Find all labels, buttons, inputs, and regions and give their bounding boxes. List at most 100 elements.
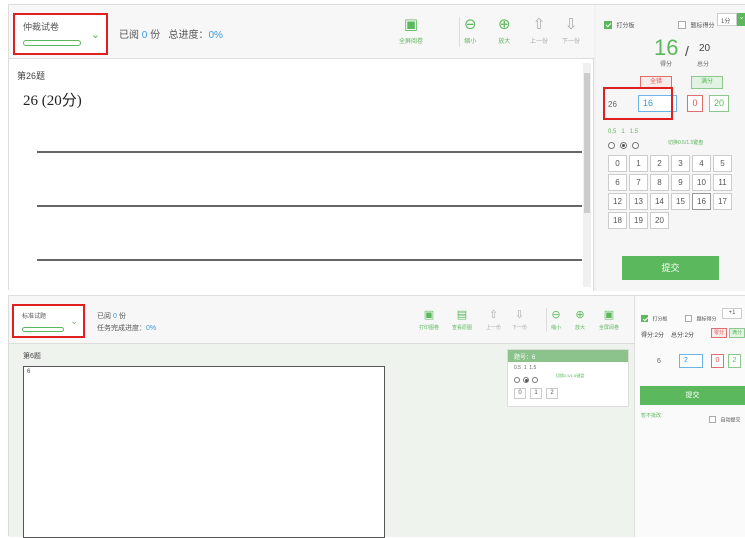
zoom-in-label: 放大	[498, 39, 511, 45]
answer-line	[37, 205, 582, 207]
submit-button[interactable]: 提交	[622, 256, 719, 280]
question-number-label: 6	[657, 358, 661, 365]
fullscreen-button[interactable]: ▣ 全屏阅卷	[399, 16, 423, 46]
answer-area: 第26题 26 (20分)	[9, 59, 594, 291]
max-score-button[interactable]: 2	[728, 354, 741, 368]
full-score-button[interactable]: 满分	[729, 328, 745, 338]
read-count: 0	[141, 30, 148, 41]
score-key[interactable]: 19	[629, 212, 648, 229]
step-select[interactable]: 1分	[717, 13, 737, 26]
score-key[interactable]: 9	[671, 174, 690, 191]
score-key[interactable]: 4	[692, 155, 711, 172]
vertical-scrollbar[interactable]	[583, 63, 591, 287]
progress-label: 总进度：	[168, 30, 209, 41]
radio-step-half[interactable]	[608, 142, 615, 150]
score-key[interactable]: 17	[713, 193, 732, 210]
switch-keyboard-link[interactable]: 切换0.5/1.5键盘	[556, 373, 584, 379]
score-key[interactable]: 10	[692, 174, 711, 191]
mark-score-toggle[interactable]: 题标得分	[685, 310, 716, 328]
popup-key-1[interactable]: 1	[530, 388, 542, 399]
answer-line	[37, 151, 582, 153]
score-key[interactable]: 3	[671, 155, 690, 172]
score-key[interactable]: 14	[650, 193, 669, 210]
question-type-progress	[22, 327, 64, 332]
progress-value: 0%	[146, 325, 157, 332]
radio-step-one[interactable]	[523, 376, 529, 383]
arrow-down-icon: ⇩	[514, 309, 525, 321]
min-score-button[interactable]: 0	[711, 354, 724, 368]
arrow-up-icon: ⇧	[532, 16, 546, 33]
read-count: 0	[112, 313, 117, 320]
score-keypad: 0 1 2 3 4 5 6 7 8 9 10 11 12 13 14 15 16 17 18 19 20	[608, 155, 732, 229]
step-chevron-icon[interactable]: ⌄	[737, 13, 745, 26]
score-key[interactable]: 0	[608, 155, 627, 172]
score-input[interactable]: 2	[679, 354, 703, 368]
score-key[interactable]: 12	[608, 193, 627, 210]
radio-step-onehalf[interactable]	[532, 376, 538, 383]
next-label: 下一份	[512, 325, 528, 331]
zoom-in-button[interactable]: ⊕ 放大	[498, 17, 511, 46]
question-number: 第26题	[17, 71, 46, 81]
submit-button[interactable]: 提交	[640, 386, 745, 405]
progress-label: 任务完成进度：	[97, 325, 146, 332]
toolbar-divider	[546, 308, 547, 332]
score-key[interactable]: 11	[713, 174, 732, 191]
question-type-dropdown[interactable]: 标准试题 ⌄	[12, 304, 85, 338]
score-panel-label: 打分板	[652, 316, 668, 323]
min-score-button[interactable]: 0	[687, 95, 703, 112]
step-input[interactable]: +1	[722, 308, 742, 319]
zero-score-button[interactable]: 零分	[711, 328, 727, 338]
skip-review-link[interactable]: 暂不批改	[641, 412, 661, 419]
popup-key-2[interactable]: 2	[546, 388, 558, 399]
document-icon: ▤	[456, 309, 468, 321]
radio-step-one[interactable]	[620, 142, 627, 150]
zoom-out-button[interactable]: ⊖ 缩小	[551, 309, 561, 331]
mark-score-toggle[interactable]: 题标得分	[678, 16, 714, 34]
prev-button[interactable]: ⇧ 上一份	[486, 309, 501, 331]
read-suffix: 份	[150, 30, 161, 41]
highlight-box	[603, 87, 673, 120]
popup-key-0[interactable]: 0	[514, 388, 526, 399]
total-label: 总分	[697, 62, 710, 68]
score-panel-toggle[interactable]: 打分板	[641, 310, 667, 328]
print-icon: ▣	[423, 309, 435, 321]
zoom-out-button[interactable]: ⊖ 缩小	[464, 17, 477, 46]
prev-button[interactable]: ⇧ 上一份	[530, 16, 548, 46]
score-key[interactable]: 15	[671, 193, 690, 210]
score-key[interactable]: 1	[629, 155, 648, 172]
score-key[interactable]: 20	[650, 212, 669, 229]
score-key[interactable]: 7	[629, 174, 648, 191]
step-radio-group	[608, 137, 644, 155]
max-score-button[interactable]: 20	[709, 95, 729, 112]
score-key[interactable]: 13	[629, 193, 648, 210]
total-score: 20	[699, 43, 711, 54]
scrollbar-thumb[interactable]	[584, 73, 590, 213]
switch-keyboard-link[interactable]: 切换0.5/1.5键盘	[668, 139, 703, 146]
zoom-in-button[interactable]: ⊕ 放大	[575, 309, 585, 331]
fullscreen-icon: ▣	[403, 16, 419, 33]
print-button[interactable]: ▣ 打印图卷	[419, 309, 439, 331]
score-text: 得分:2分	[641, 333, 665, 339]
score-key[interactable]: 18	[608, 212, 627, 229]
next-button[interactable]: ⇩ 下一份	[562, 17, 580, 46]
score-panel-toggle[interactable]: 打分板	[604, 16, 634, 34]
auto-submit-toggle[interactable]: 自动提交	[709, 411, 740, 429]
read-status: 已阅 0 份	[97, 311, 126, 321]
radio-step-half[interactable]	[514, 376, 520, 383]
score-key[interactable]: 16	[692, 193, 711, 210]
score-panel-label: 打分板	[616, 23, 635, 30]
score-slash: /	[685, 43, 689, 59]
radio-step-onehalf[interactable]	[632, 142, 639, 150]
next-button[interactable]: ⇩ 下一份	[512, 309, 527, 331]
progress-value: 0%	[208, 30, 223, 41]
paper-type-dropdown[interactable]: 仲裁试卷 ⌄	[13, 13, 108, 55]
score-key[interactable]: 8	[650, 174, 669, 191]
score-key[interactable]: 2	[650, 155, 669, 172]
view-original-button[interactable]: ▤ 查看原图	[452, 309, 472, 331]
score-key[interactable]: 5	[713, 155, 732, 172]
arrow-up-icon: ⇧	[488, 309, 499, 321]
fullscreen-button[interactable]: ▣ 全屏阅卷	[599, 309, 619, 331]
full-score-button[interactable]: 满分	[691, 76, 723, 89]
score-key[interactable]: 6	[608, 174, 627, 191]
popup-title: 题号：6	[508, 350, 628, 362]
